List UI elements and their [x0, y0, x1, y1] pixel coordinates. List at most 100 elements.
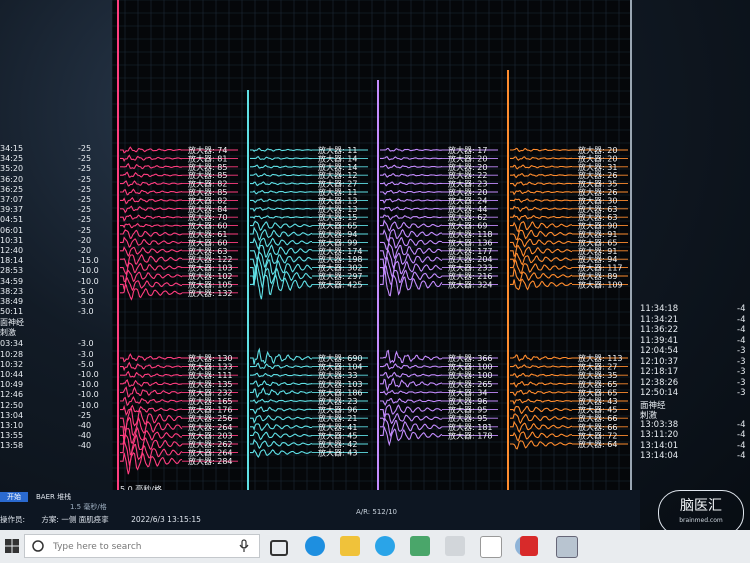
stimulus-value: -4	[737, 430, 746, 440]
amplifier-label: 放大器: 203	[188, 430, 233, 440]
time-text: 11:39:41	[640, 335, 679, 346]
stimulus-value: -25	[78, 184, 92, 194]
hint-label: 1.5 毫秒/格	[70, 503, 107, 511]
stimulus-value: -3.0	[78, 339, 94, 349]
time-text: 38:49	[0, 297, 24, 306]
amplifier-label: 放大器: 135	[188, 379, 233, 389]
taskbar-search[interactable]	[24, 534, 260, 558]
time-row: 03:34 -3.0	[0, 339, 110, 349]
time-text: 13:04	[0, 410, 24, 420]
stimulus-value: -4	[737, 335, 746, 346]
stimulus-value: -4	[737, 451, 746, 461]
stimulus-value: -4	[737, 440, 746, 451]
app-icon-blue[interactable]	[375, 536, 395, 556]
time-row: 12:04:54 -3	[640, 346, 745, 356]
stimulus-value: -10.0	[78, 390, 99, 400]
amplifier-label: 放大器: 42	[318, 439, 357, 449]
edge-browser-icon[interactable]	[305, 536, 325, 556]
time-row: 12:18:17 -3	[640, 367, 745, 377]
amplifier-label: 放大器: 690	[318, 353, 363, 363]
stimulus-value: -3.0	[78, 349, 94, 359]
start-button[interactable]: 开始	[0, 492, 28, 502]
time-text: 28:53	[0, 266, 24, 276]
stimulus-value: -25	[78, 215, 92, 225]
paint-icon[interactable]	[445, 536, 465, 556]
stimulus-value: -25	[78, 205, 92, 215]
time-row: 28:53 -10.0	[0, 266, 110, 276]
amplifier-label: 放大器: 45	[578, 405, 617, 415]
taskbar	[0, 530, 750, 563]
amplifier-label: 放大器: 264	[188, 448, 233, 458]
stimulus-value: -20	[78, 235, 92, 245]
windows-start-icon[interactable]	[4, 538, 20, 554]
datetime-label: 2022/6/3 13:15:15	[131, 515, 201, 524]
amplifier-label: 放大器: 65	[578, 379, 617, 389]
time-text: 50:11	[0, 307, 24, 317]
amplifier-label: 放大器: 41	[318, 422, 357, 432]
stimulus-value: -25	[78, 144, 92, 153]
time-text: 13:11:20	[640, 430, 679, 440]
time-text: 11:36:22	[640, 325, 679, 335]
time-row: 04:51 -25	[0, 215, 110, 225]
time-text: 12:46	[0, 390, 24, 400]
microphone-icon[interactable]	[239, 539, 249, 553]
time-text: 03:34	[0, 339, 24, 349]
time-row: 36:20 -25	[0, 175, 110, 185]
baer-stack-plot: 放大器: 74放大器: 81放大器: 85放大器: 85放大器: 82放大器: …	[112, 0, 632, 500]
amplifier-label: 放大器: 66	[578, 413, 617, 423]
time-row: 50:11 -3.0	[0, 307, 110, 317]
time-row: 13:04 -25	[0, 411, 110, 421]
time-text: 11:34:18	[640, 304, 679, 314]
file-explorer-icon[interactable]	[340, 536, 360, 556]
amplifier-label: 放大器: 186	[318, 387, 363, 397]
time-row: 38:49 -3.0	[0, 297, 110, 307]
stimulus-value: -25	[78, 225, 92, 235]
time-text: 37:07	[0, 195, 24, 204]
operator-prefix: 操作员:	[0, 515, 26, 524]
time-text: 10:32	[0, 359, 24, 369]
amplifier-label: 放大器: 34	[448, 387, 487, 397]
time-row: 35:20 -25	[0, 164, 110, 174]
time-text: 12:10:37	[640, 356, 679, 367]
operator-line: 操作员: 方案: 一侧 面肌痉挛 2022/6/3 13:15:15	[0, 514, 201, 525]
time-row: 12:50 -10.0	[0, 401, 110, 411]
stimulus-value: -25	[78, 164, 92, 174]
camera-icon[interactable]	[480, 536, 502, 558]
amplifier-label: 放大器: 425	[318, 279, 363, 289]
stimulus-value: -25	[78, 410, 92, 420]
time-row: 11:34:21 -4	[640, 315, 745, 325]
search-icon	[32, 540, 44, 552]
task-view-icon[interactable]	[270, 540, 288, 556]
active-app-icon[interactable]	[556, 536, 578, 558]
amplifier-label: 放大器: 264	[188, 422, 233, 432]
amplifier-label: 放大器: 43	[318, 448, 357, 458]
time-text: 36:20	[0, 174, 24, 184]
amplifier-label: 放大器: 72	[578, 430, 617, 440]
stimulus-value: -15.0	[78, 256, 99, 266]
time-text: 39:37	[0, 205, 24, 215]
amplifier-label: 放大器: 113	[578, 353, 623, 363]
time-row: 18:14 -15.0	[0, 256, 110, 266]
time-row: 10:28 -3.0	[0, 350, 110, 360]
time-row: 13:55 -40	[0, 431, 110, 441]
stimulus-value: -3.0	[78, 307, 94, 317]
left-time-panel: 34:15 -25 34:25 -25 35:20 -25 36:20 -25 36:25 -25…	[0, 140, 110, 470]
search-input[interactable]	[51, 538, 235, 556]
amplifier-label: 放大器: 109	[578, 279, 623, 289]
time-row: 38:23 -5.0	[0, 287, 110, 297]
time-text: 13:03:38	[640, 419, 679, 430]
stimulus-value: -3	[737, 356, 746, 367]
time-row: 13:14:01 -4	[640, 441, 745, 451]
time-text: 10:28	[0, 349, 24, 359]
time-text: 12:38:26	[640, 377, 679, 388]
stimulus-value: -25	[78, 154, 92, 164]
time-row: 34:15 -25	[0, 144, 110, 154]
amplifier-label: 放大器: 104	[318, 362, 363, 372]
app-icon-red[interactable]	[520, 536, 538, 556]
stimulus-value: -10.0	[78, 380, 99, 390]
amplifier-label: 放大器: 96	[448, 396, 487, 406]
stimulus-value: -3	[737, 388, 746, 398]
app-icon-green[interactable]	[410, 536, 430, 556]
time-row: 34:59 -10.0	[0, 277, 110, 287]
time-row: 13:10 -40	[0, 421, 110, 431]
